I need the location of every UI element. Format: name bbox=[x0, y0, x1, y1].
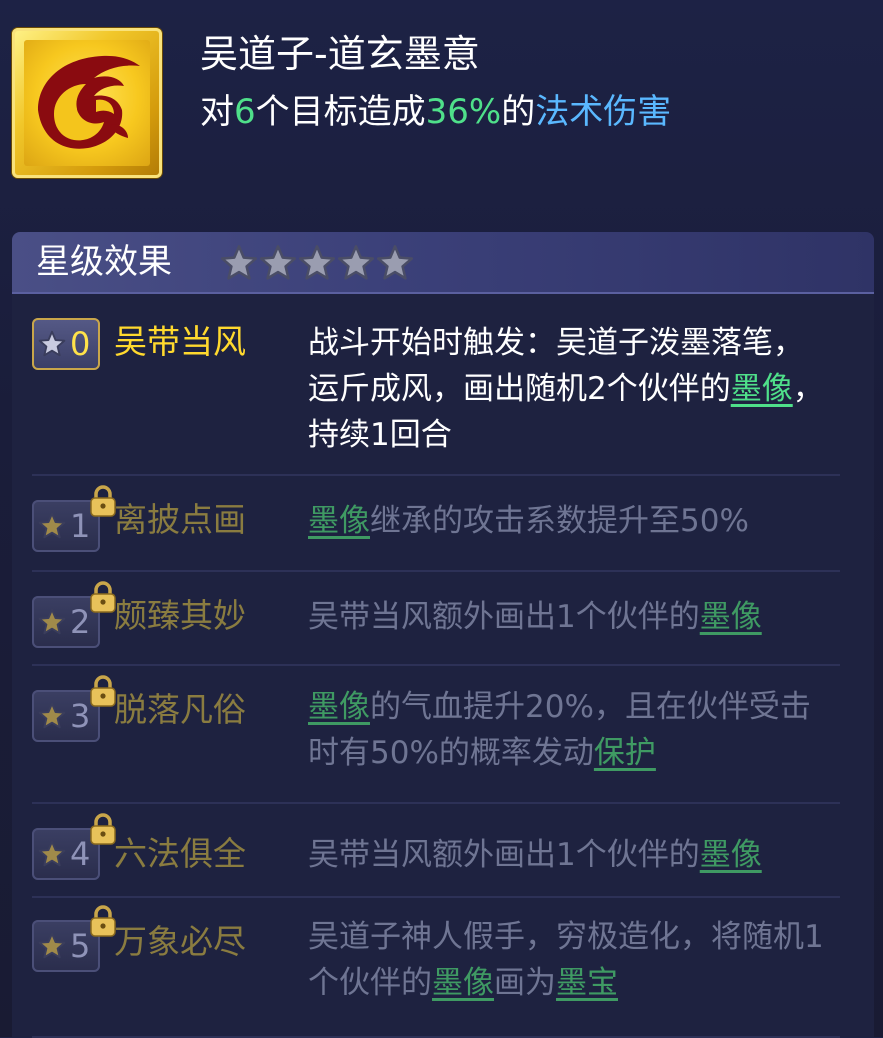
panel-title: 星级效果 bbox=[36, 242, 172, 282]
star-effect-name: 颇臻其妙 bbox=[114, 596, 246, 635]
description-text: 吴带当风额外画出1个伙伴的 bbox=[308, 837, 700, 873]
description-text: 吴带当风额外画出1个伙伴的 bbox=[308, 599, 700, 635]
target-count: 6 bbox=[234, 92, 256, 132]
star-icon bbox=[38, 840, 66, 868]
description-text: 画为 bbox=[494, 965, 556, 1001]
ink-brush-icon bbox=[38, 55, 140, 149]
star-effect-description: 吴带当风额外画出1个伙伴的墨像 bbox=[308, 832, 828, 878]
desc-mid2: 的 bbox=[501, 92, 536, 132]
star-icon bbox=[376, 244, 414, 282]
star-icon bbox=[337, 244, 375, 282]
keyword-link[interactable]: 墨像 bbox=[731, 371, 793, 407]
description-text: 战斗开始时触发：吴道子泼墨落笔，运斤成风，画出随机2个伙伴的 bbox=[308, 325, 804, 407]
star-rating bbox=[220, 244, 415, 282]
star-effect-row[interactable]: 4 六法俱全 吴带当风额外画出1个伙伴的墨像 bbox=[32, 804, 840, 898]
skill-title: 吴道子-道玄墨意 bbox=[200, 32, 480, 76]
star-effect-description: 吴带当风额外画出1个伙伴的墨像 bbox=[308, 594, 828, 640]
star-effect-row[interactable]: 1 离披点画 墨像继承的攻击系数提升至50% bbox=[32, 476, 840, 572]
panel-header: 星级效果 bbox=[12, 232, 874, 294]
keyword-link[interactable]: 保护 bbox=[594, 735, 656, 771]
skill-icon bbox=[12, 28, 162, 178]
star-effect-description: 墨像继承的攻击系数提升至50% bbox=[308, 498, 828, 544]
description-text: 继承的攻击系数提升至50% bbox=[370, 503, 749, 539]
star-icon bbox=[38, 932, 66, 960]
keyword-link[interactable]: 墨像 bbox=[700, 837, 762, 873]
star-effect-row[interactable]: 0 吴带当风 战斗开始时触发：吴道子泼墨落笔，运斤成风，画出随机2个伙伴的墨像，持续… bbox=[32, 298, 840, 476]
star-icon bbox=[38, 608, 66, 636]
star-icon bbox=[220, 244, 258, 282]
star-effect-description: 吴道子神人假手，穷极造化，将随机1个伙伴的墨像画为墨宝 bbox=[308, 914, 828, 1006]
desc-prefix: 对 bbox=[200, 92, 234, 132]
star-effect-name: 六法俱全 bbox=[114, 834, 246, 873]
keyword-link[interactable]: 墨像 bbox=[308, 503, 370, 539]
description-text: 的气血提升20%，且在伙伴受击时有50%的概率发动 bbox=[308, 689, 811, 771]
star-icon bbox=[38, 330, 66, 358]
star-icon bbox=[259, 244, 297, 282]
desc-mid: 个目标造成 bbox=[255, 92, 426, 132]
skill-description: 对6个目标造成36%的法术伤害 bbox=[200, 90, 671, 134]
star-level-badge: 0 bbox=[32, 318, 100, 370]
star-effect-name: 脱落凡俗 bbox=[114, 690, 246, 729]
star-level-number: 0 bbox=[70, 325, 91, 363]
star-effects-panel: 星级效果 0 吴带当风 战斗开始时触发：吴道子泼墨落笔，运斤成风，画出随机2个伙伴的… bbox=[12, 232, 874, 1038]
damage-percent: 36% bbox=[425, 92, 502, 132]
star-icon bbox=[38, 512, 66, 540]
star-effect-row[interactable]: 3 脱落凡俗 墨像的气血提升20%，且在伙伴受击时有50%的概率发动保护 bbox=[32, 666, 840, 804]
keyword-link[interactable]: 墨宝 bbox=[556, 965, 618, 1001]
star-icon bbox=[298, 244, 336, 282]
star-effect-name: 吴带当风 bbox=[114, 322, 246, 361]
damage-type: 法术伤害 bbox=[535, 92, 672, 132]
star-effect-name: 万象必尽 bbox=[114, 922, 246, 961]
keyword-link[interactable]: 墨像 bbox=[700, 599, 762, 635]
star-icon bbox=[38, 702, 66, 730]
star-effect-description: 战斗开始时触发：吴道子泼墨落笔，运斤成风，画出随机2个伙伴的墨像，持续1回合 bbox=[308, 320, 828, 458]
star-effect-name: 离披点画 bbox=[114, 500, 246, 539]
star-effect-row[interactable]: 2 颇臻其妙 吴带当风额外画出1个伙伴的墨像 bbox=[32, 572, 840, 666]
keyword-link[interactable]: 墨像 bbox=[432, 965, 494, 1001]
star-effect-row[interactable]: 5 万象必尽 吴道子神人假手，穷极造化，将随机1个伙伴的墨像画为墨宝 bbox=[32, 898, 840, 1038]
star-effect-description: 墨像的气血提升20%，且在伙伴受击时有50%的概率发动保护 bbox=[308, 684, 828, 776]
keyword-link[interactable]: 墨像 bbox=[308, 689, 370, 725]
